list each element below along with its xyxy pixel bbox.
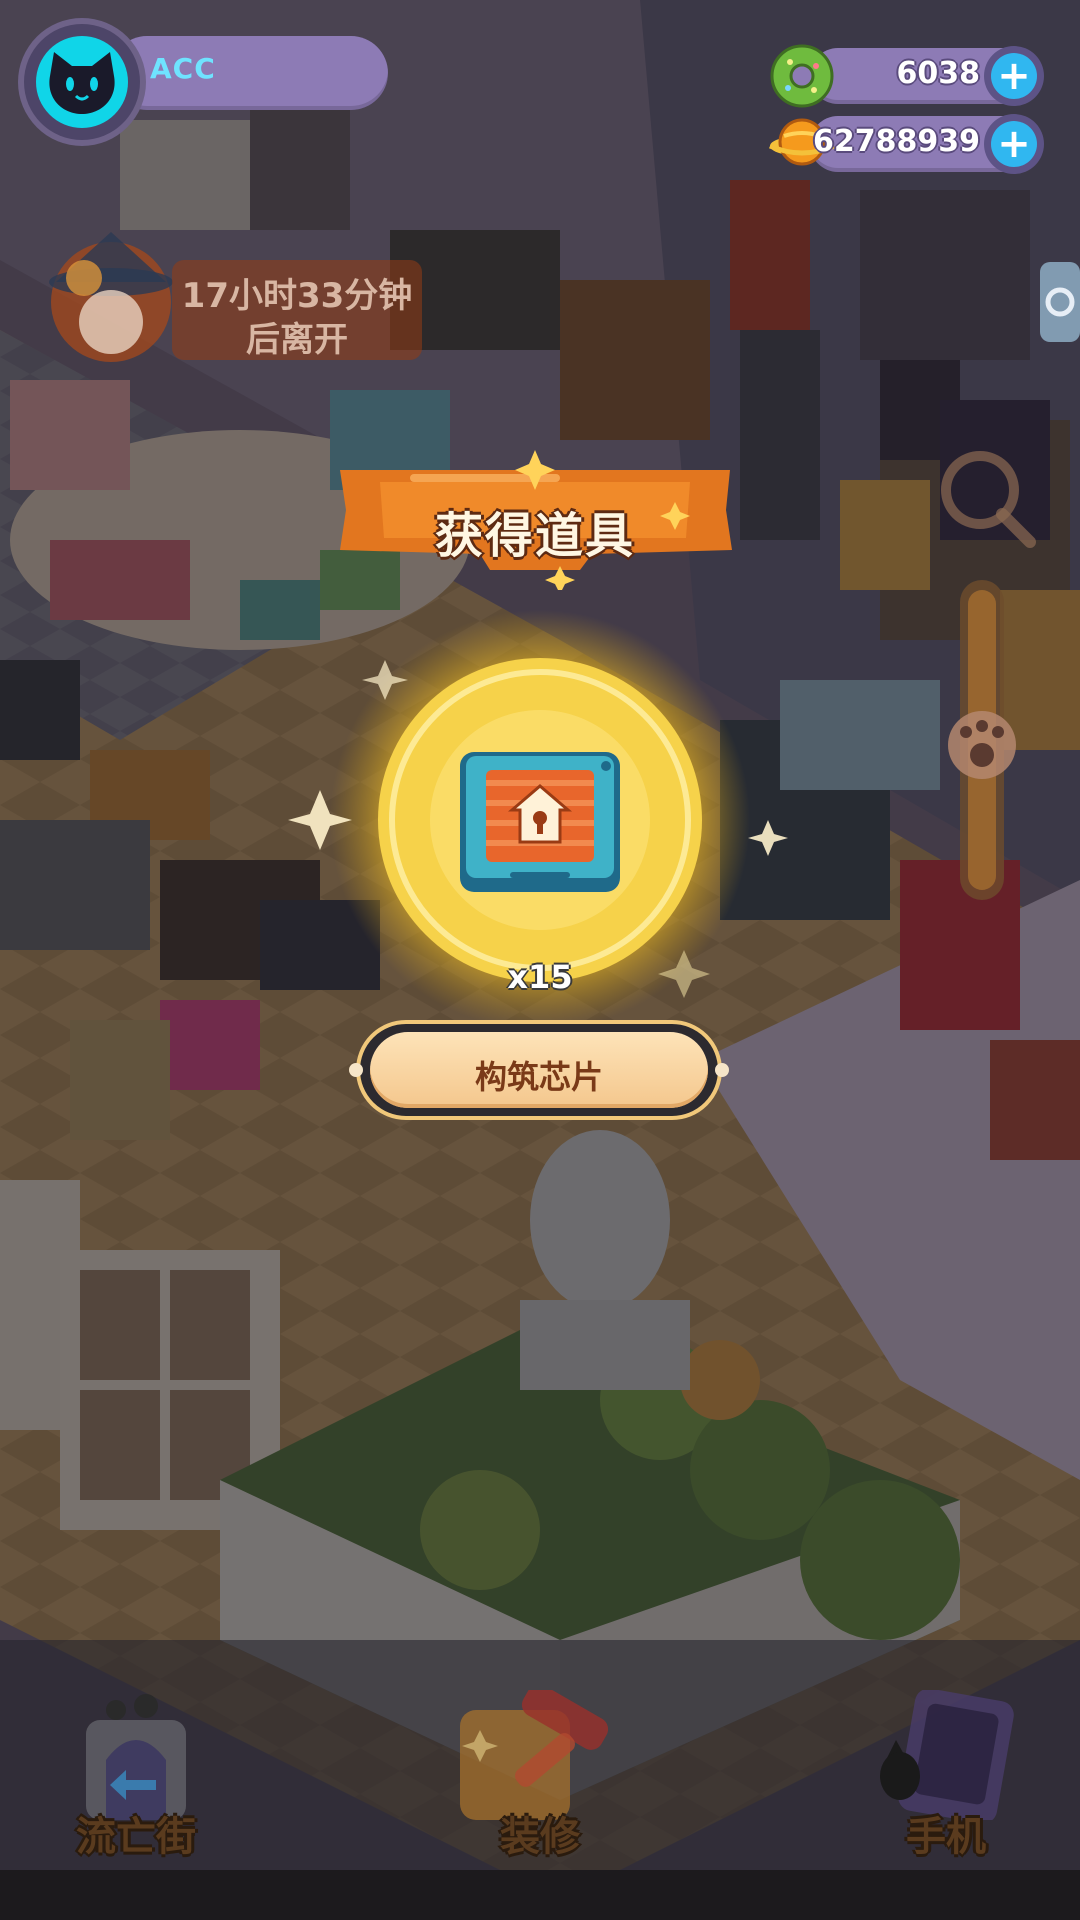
planet-currency-value: 62788939 bbox=[813, 124, 980, 159]
nav-phone[interactable]: 手机 bbox=[846, 1690, 1046, 1870]
add-donut-button[interactable]: + bbox=[984, 46, 1044, 106]
portal-icon bbox=[86, 1694, 186, 1820]
system-bottom-bar bbox=[0, 1870, 1080, 1920]
donut-currency-bar: 6038 + bbox=[770, 44, 1044, 108]
nav-decorate-label: 装修 bbox=[500, 1814, 580, 1860]
reward-title: 获得道具 bbox=[434, 508, 635, 564]
donut-icon bbox=[770, 44, 834, 108]
timer-suffix: 后离开 bbox=[246, 320, 348, 360]
share-icon[interactable] bbox=[1040, 262, 1080, 342]
game-screen: ACC 6038 + 62788939 + 17小时33分钟 后离开 获得道具 … bbox=[0, 0, 1080, 1920]
frame-dot-left bbox=[349, 1063, 363, 1077]
build-chip-icon bbox=[460, 752, 620, 892]
nav-exile-street-label: 流亡街 bbox=[76, 1814, 196, 1860]
add-planet-coin-button[interactable]: + bbox=[984, 114, 1044, 174]
zoom-slider[interactable] bbox=[930, 450, 1080, 950]
plus-icon: + bbox=[991, 53, 1037, 99]
frame-dot-right bbox=[715, 1063, 729, 1077]
reward-quantity: x15 bbox=[507, 958, 573, 996]
avatar[interactable] bbox=[24, 24, 140, 140]
visitor-avatar[interactable] bbox=[36, 222, 186, 372]
phone-icon bbox=[880, 1690, 1014, 1820]
planet-currency-bar: 62788939 + bbox=[768, 114, 1044, 174]
donut-currency-value: 6038 bbox=[896, 56, 981, 91]
paint-roller-icon bbox=[460, 1690, 609, 1820]
cat-face-icon bbox=[36, 36, 128, 128]
timer-countdown: 17小时33分钟 bbox=[181, 276, 413, 316]
nav-decorate[interactable]: 装修 bbox=[440, 1690, 640, 1870]
nav-exile-street[interactable]: 流亡街 bbox=[36, 1690, 236, 1870]
item-name: 构筑芯片 bbox=[474, 1058, 603, 1096]
player-name: ACC bbox=[150, 52, 216, 85]
nav-phone-label: 手机 bbox=[906, 1814, 986, 1860]
plus-icon: + bbox=[991, 121, 1037, 167]
visitor-timer: 17小时33分钟 后离开 bbox=[172, 260, 422, 360]
